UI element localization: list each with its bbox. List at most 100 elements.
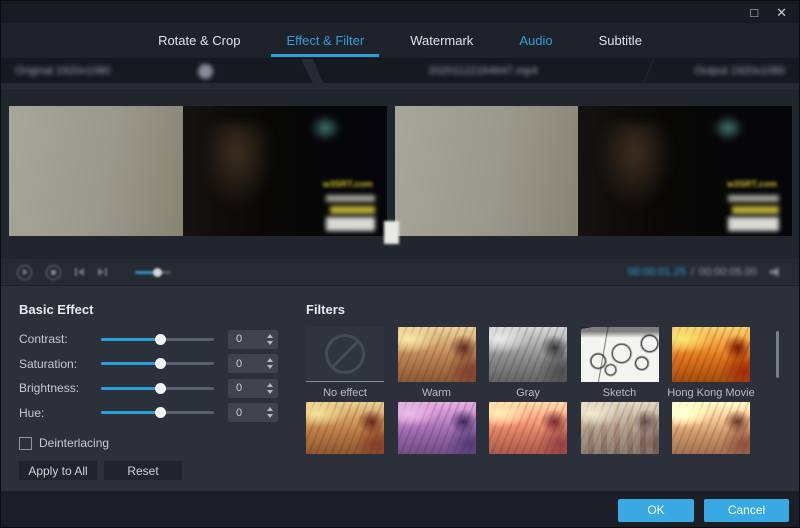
- subtitle-blur-block: [728, 195, 779, 202]
- filename-label: 20201122164647.mp4: [428, 65, 537, 77]
- effect-buttons: Apply to All Reset: [19, 461, 293, 480]
- sketch-thumb[interactable]: [581, 327, 659, 382]
- filter-hong-kong-movie[interactable]: Hong Kong Movie: [672, 327, 750, 399]
- hue-row: Hue: 0: [19, 401, 293, 426]
- maximize-icon[interactable]: □: [750, 6, 758, 19]
- tab-bar: Rotate & Crop Effect & Filter Watermark …: [1, 23, 799, 59]
- filter-item[interactable]: [489, 402, 567, 459]
- watermark-text: w3SRT.com: [727, 179, 777, 189]
- filename-segment: 20201122164647.mp4: [313, 59, 653, 83]
- filters-row-1: No effect Warm Gray Sketch Hong Kong Mov…: [306, 327, 799, 399]
- filter-label: No effect: [323, 387, 367, 399]
- filter-thumb[interactable]: [489, 402, 567, 454]
- tab-subtitle[interactable]: Subtitle: [584, 23, 657, 58]
- brightness-row: Brightness: 0: [19, 376, 293, 401]
- brightness-slider[interactable]: [101, 387, 214, 390]
- filter-thumb[interactable]: [306, 402, 384, 454]
- next-frame-icon[interactable]: [98, 268, 107, 276]
- current-time: 00:00:01.25: [628, 266, 686, 278]
- video-dark-region: w3SRT.com: [578, 106, 792, 236]
- filters-scrollbar[interactable]: [776, 331, 779, 378]
- original-video-preview: w3SRT.com: [9, 106, 387, 236]
- filter-sketch[interactable]: Sketch: [581, 327, 659, 399]
- titlebar: □ ✕: [1, 1, 799, 23]
- gray-thumb[interactable]: [489, 327, 567, 382]
- filter-thumb[interactable]: [672, 402, 750, 454]
- teal-glow: [711, 114, 745, 143]
- filter-item[interactable]: [672, 402, 750, 459]
- time-separator: /: [691, 266, 694, 278]
- filter-thumb[interactable]: [581, 402, 659, 454]
- blurred-region: [9, 106, 194, 236]
- brightness-value: 0: [228, 382, 242, 394]
- dialog-footer: OK Cancel: [1, 491, 799, 528]
- blurred-region: [395, 106, 590, 236]
- no-effect-thumb[interactable]: [306, 327, 384, 382]
- blurred-white-block: [384, 221, 399, 244]
- deinterlacing-label: Deinterlacing: [39, 436, 109, 450]
- saturation-row: Saturation: 0: [19, 352, 293, 377]
- reset-button[interactable]: Reset: [104, 461, 182, 480]
- filter-no-effect[interactable]: No effect: [306, 327, 384, 399]
- subtitle-blur-block: [326, 195, 375, 202]
- filters-title: Filters: [306, 302, 799, 317]
- play-icon[interactable]: [17, 265, 32, 280]
- filters-row-2: [306, 402, 799, 459]
- apply-to-all-button[interactable]: Apply to All: [19, 461, 97, 480]
- hue-label: Hue:: [19, 406, 101, 420]
- filter-item[interactable]: [398, 402, 476, 459]
- snapshot-icon[interactable]: [46, 265, 61, 280]
- filter-warm[interactable]: Warm: [398, 327, 476, 399]
- spinner-arrows-icon[interactable]: [267, 358, 278, 369]
- brightness-label: Brightness:: [19, 381, 101, 395]
- original-resolution-label: Original 1920x1080: [15, 65, 110, 77]
- contrast-spinbox[interactable]: 0: [228, 330, 278, 349]
- speaker-icon[interactable]: [770, 267, 783, 277]
- eye-icon[interactable]: [198, 64, 213, 79]
- saturation-slider[interactable]: [101, 362, 214, 365]
- hue-spinbox[interactable]: 0: [228, 403, 278, 422]
- video-dark-region: w3SRT.com: [183, 106, 387, 236]
- filter-thumb[interactable]: [398, 402, 476, 454]
- warm-thumb[interactable]: [398, 327, 476, 382]
- total-time: 00:00:05.00: [699, 266, 757, 278]
- filter-label: Gray: [516, 387, 540, 399]
- contrast-value: 0: [228, 333, 242, 345]
- teal-glow: [309, 114, 342, 143]
- transport-controls: [17, 265, 171, 280]
- spinner-arrows-icon[interactable]: [267, 407, 278, 418]
- filters-section: Filters No effect Warm Gray: [293, 286, 799, 491]
- hong-kong-movie-thumb[interactable]: [672, 327, 750, 382]
- deinterlacing-checkbox[interactable]: [19, 437, 32, 450]
- cancel-button[interactable]: Cancel: [704, 499, 789, 522]
- ok-button[interactable]: OK: [618, 499, 694, 522]
- contrast-slider[interactable]: [101, 338, 214, 341]
- contrast-label: Contrast:: [19, 332, 101, 346]
- face-silhouette: [199, 124, 277, 215]
- close-icon[interactable]: ✕: [776, 6, 787, 19]
- original-info-segment: Original 1920x1080: [1, 59, 313, 83]
- tab-effect-filter[interactable]: Effect & Filter: [271, 23, 379, 58]
- filter-gray[interactable]: Gray: [489, 327, 567, 399]
- filter-label: Hong Kong Movie: [667, 387, 754, 399]
- spinner-arrows-icon[interactable]: [267, 383, 278, 394]
- tab-watermark[interactable]: Watermark: [395, 23, 488, 58]
- brightness-spinbox[interactable]: 0: [228, 379, 278, 398]
- subtitle-blur-block: [326, 217, 375, 231]
- info-bar: Original 1920x1080 20201122164647.mp4 Ou…: [1, 59, 799, 89]
- saturation-spinbox[interactable]: 0: [228, 354, 278, 373]
- previous-frame-icon[interactable]: [75, 268, 84, 276]
- filter-item[interactable]: [306, 402, 384, 459]
- no-effect-icon: [325, 334, 365, 374]
- settings-panel: Basic Effect Contrast: 0 Saturation: 0 B…: [1, 286, 799, 491]
- watermark-text: w3SRT.com: [323, 179, 373, 189]
- tab-rotate-crop[interactable]: Rotate & Crop: [143, 23, 255, 58]
- filter-label: Warm: [422, 387, 451, 399]
- saturation-label: Saturation:: [19, 357, 101, 371]
- spinner-arrows-icon[interactable]: [267, 334, 278, 345]
- tab-audio[interactable]: Audio: [504, 23, 567, 58]
- filter-item[interactable]: [581, 402, 659, 459]
- hue-slider[interactable]: [101, 411, 214, 414]
- subtitle-blur-block: [732, 206, 779, 214]
- volume-slider[interactable]: [135, 271, 171, 274]
